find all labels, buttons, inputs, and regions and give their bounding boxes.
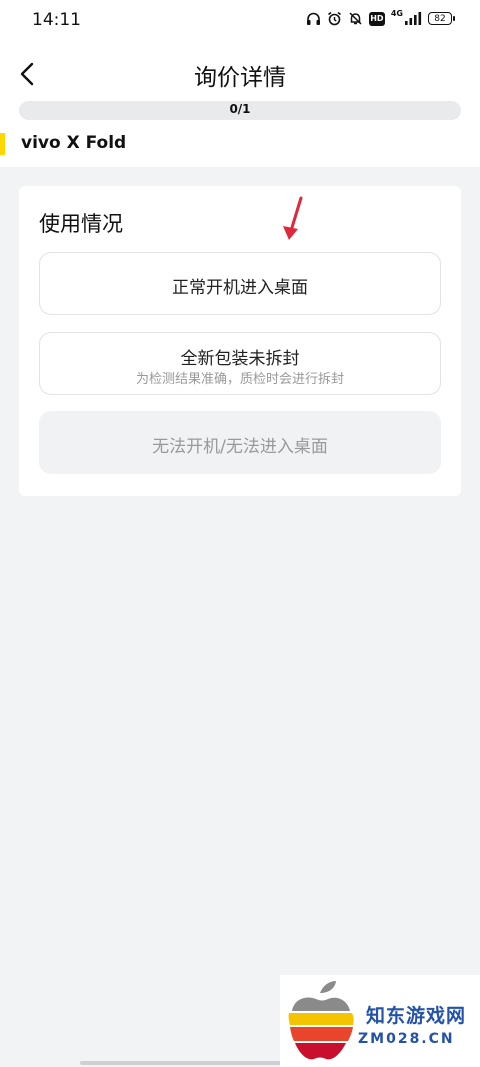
option-new-sealed[interactable]: 全新包装未拆封 为检测结果准确，质检时会进行拆封 [39, 332, 441, 395]
mute-bell-icon [349, 12, 362, 25]
hd-badge: HD [368, 11, 385, 26]
header-area: 14:11 HD 4G 82 询价详情 0/1 vivo X Fold [0, 0, 480, 167]
option-cannot-boot[interactable]: 无法开机/无法进入桌面 [39, 411, 441, 474]
watermark-title: 知东游戏网 [366, 1005, 467, 1027]
page-title: 询价详情 [194, 65, 286, 91]
option-label: 全新包装未拆封 [180, 349, 300, 369]
alarm-icon [327, 11, 341, 26]
battery-level: 82 [434, 13, 446, 24]
watermark: 知东游戏网 ZM028.CN [280, 975, 480, 1067]
progress-bar: 0/1 [19, 101, 461, 120]
option-label: 无法开机/无法进入桌面 [152, 437, 328, 457]
status-icons: HD 4G 82 [306, 9, 455, 26]
signal-icon [405, 12, 422, 25]
red-arrow-annotation-icon [283, 196, 303, 240]
watermark-subtitle: ZM028.CN [358, 1031, 455, 1047]
battery-icon: 82 [428, 12, 455, 25]
option-sublabel: 为检测结果准确，质检时会进行拆封 [135, 372, 344, 387]
screen: 14:11 HD 4G 82 询价详情 0/1 vivo X Fold 使用情况… [0, 0, 480, 1067]
nav-bar: 询价详情 [0, 50, 480, 98]
network-label: 4G [390, 9, 403, 18]
usage-card: 使用情况 正常开机进入桌面 全新包装未拆封 为检测结果准确，质检时会进行拆封 无… [19, 186, 461, 496]
model-accent-bar [0, 133, 5, 155]
option-normal-boot[interactable]: 正常开机进入桌面 [39, 252, 441, 315]
status-bar: 14:11 HD 4G 82 [0, 0, 480, 40]
progress-text: 0/1 [229, 102, 251, 116]
usage-title: 使用情况 [39, 212, 123, 236]
apple-logo-icon [288, 981, 354, 1060]
option-label: 正常开机进入桌面 [172, 278, 308, 298]
status-time: 14:11 [32, 10, 81, 30]
model-name: vivo X Fold [21, 133, 127, 153]
headset-icon [306, 12, 320, 25]
